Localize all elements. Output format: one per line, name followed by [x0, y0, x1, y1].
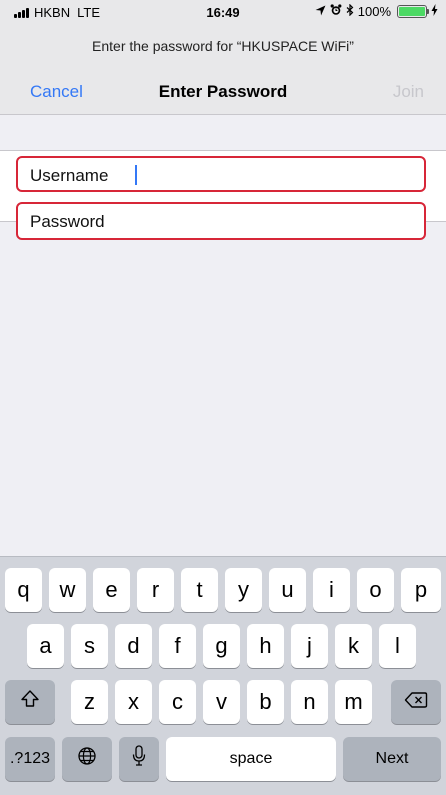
backspace-icon: [404, 689, 428, 715]
credentials-form: Username Password: [0, 150, 446, 240]
password-label: Password: [30, 212, 105, 231]
password-field[interactable]: Password: [16, 202, 426, 240]
battery-fill: [399, 7, 425, 16]
key[interactable]: n: [291, 680, 328, 724]
globe-key[interactable]: [62, 737, 112, 781]
navigation-bar: Cancel Enter Password Join: [0, 78, 446, 106]
numbers-key[interactable]: .?123: [5, 737, 55, 781]
key[interactable]: j: [291, 624, 328, 668]
battery-percent: 100%: [357, 4, 391, 19]
key[interactable]: m: [335, 680, 372, 724]
key[interactable]: d: [115, 624, 152, 668]
key[interactable]: k: [335, 624, 372, 668]
space-key[interactable]: space: [166, 737, 336, 781]
keyboard: q w e r t y u i o p a s d f g h j k l z …: [0, 556, 446, 795]
text-cursor: [135, 165, 137, 185]
key[interactable]: h: [247, 624, 284, 668]
globe-icon: [77, 746, 97, 772]
status-right: 100%: [315, 3, 438, 19]
key[interactable]: t: [181, 568, 218, 612]
key[interactable]: c: [159, 680, 196, 724]
battery-icon: [397, 5, 429, 18]
key[interactable]: g: [203, 624, 240, 668]
join-button[interactable]: Join: [393, 82, 424, 102]
key[interactable]: a: [27, 624, 64, 668]
key[interactable]: w: [49, 568, 86, 612]
key[interactable]: z: [71, 680, 108, 724]
key[interactable]: x: [115, 680, 152, 724]
key[interactable]: r: [137, 568, 174, 612]
header: HKBN LTE 16:49 100% Enter the password f…: [0, 0, 446, 115]
key[interactable]: u: [269, 568, 306, 612]
alarm-icon: [330, 4, 342, 19]
key[interactable]: e: [93, 568, 130, 612]
key[interactable]: b: [247, 680, 284, 724]
location-icon: [315, 4, 326, 19]
delete-key[interactable]: [391, 680, 441, 724]
bluetooth-icon: [346, 3, 354, 19]
charging-icon: [431, 4, 438, 19]
next-key[interactable]: Next: [343, 737, 441, 781]
key[interactable]: i: [313, 568, 350, 612]
key[interactable]: o: [357, 568, 394, 612]
page-title: Enter Password: [158, 82, 288, 101]
key[interactable]: q: [5, 568, 42, 612]
key[interactable]: y: [225, 568, 262, 612]
shift-key[interactable]: [5, 680, 55, 724]
key[interactable]: v: [203, 680, 240, 724]
username-field[interactable]: Username: [16, 156, 426, 192]
key[interactable]: p: [401, 568, 441, 612]
wifi-password-prompt: Enter the password for “HKUSPACE WiFi”: [92, 38, 354, 54]
key[interactable]: f: [159, 624, 196, 668]
shift-icon: [20, 689, 40, 715]
key[interactable]: s: [71, 624, 108, 668]
microphone-icon: [132, 745, 146, 773]
username-label: Username: [30, 166, 109, 185]
key[interactable]: l: [379, 624, 416, 668]
status-bar: HKBN LTE 16:49 100%: [0, 0, 446, 24]
dictation-key[interactable]: [119, 737, 159, 781]
